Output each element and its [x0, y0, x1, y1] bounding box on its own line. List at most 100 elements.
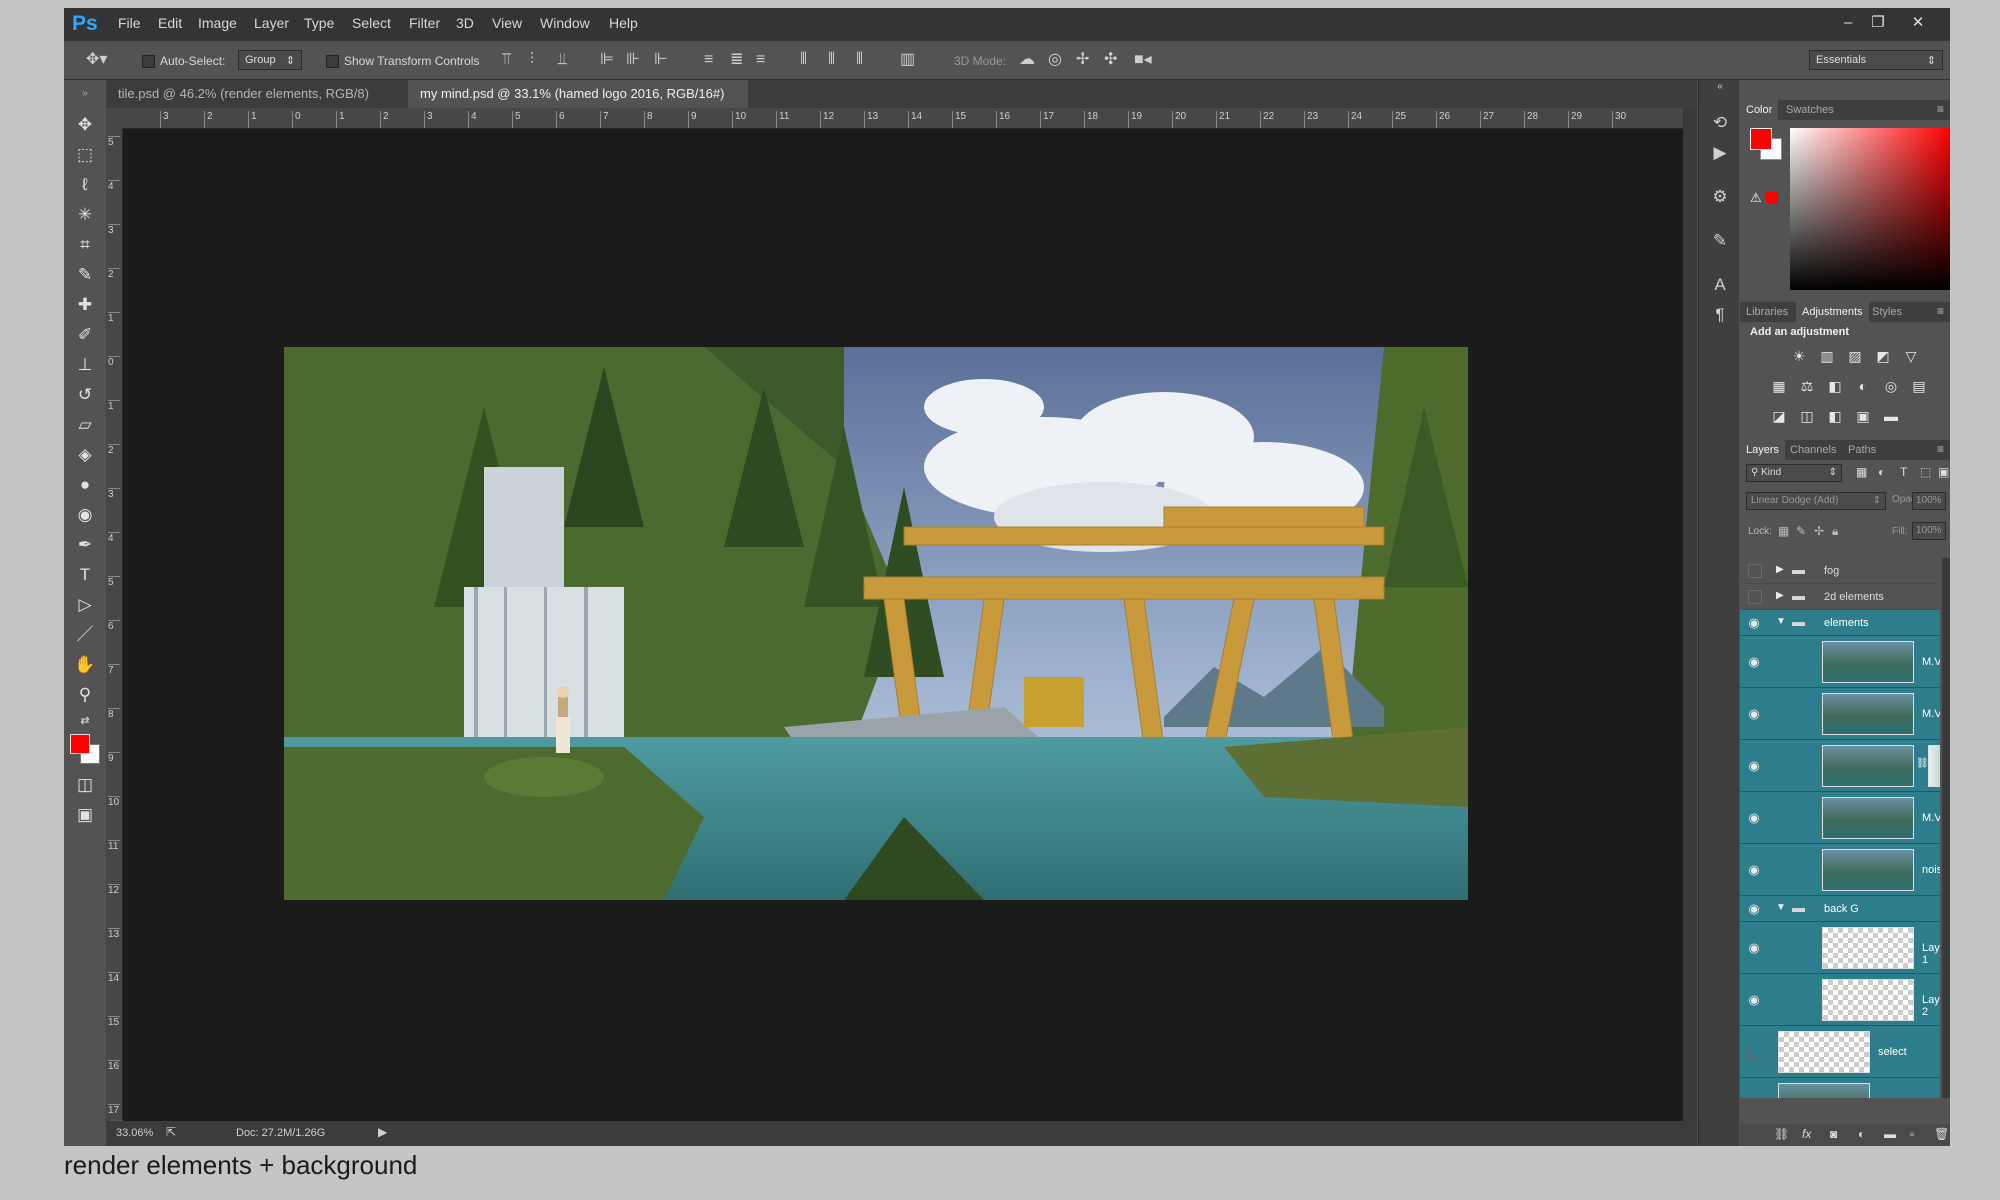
color-foreground-swatch[interactable]: [1750, 128, 1772, 150]
distribute-top-icon[interactable]: ≡: [704, 50, 713, 70]
eye-icon[interactable]: ◉: [1746, 901, 1762, 917]
new-layer-icon[interactable]: ▫: [1910, 1127, 1914, 1141]
properties-icon[interactable]: ⚙: [1707, 184, 1733, 210]
align-hcenter-icon[interactable]: ⊪: [626, 50, 640, 70]
menu-3d[interactable]: 3D: [456, 15, 474, 31]
auto-select-checkbox[interactable]: Auto-Select:: [142, 54, 225, 69]
zoom-tool-icon[interactable]: ⚲: [70, 682, 100, 708]
distribute-left-icon[interactable]: ⦀: [800, 50, 807, 70]
swap-colors-icon[interactable]: ⇄: [70, 708, 100, 734]
layer-row[interactable]: ◉Background🔒︎: [1740, 1078, 1940, 1098]
clone-stamp-tool-icon[interactable]: ⊥: [70, 352, 100, 378]
distribute-vcenter-icon[interactable]: ≣: [730, 50, 743, 70]
layer-row[interactable]: ◉ ▼ ▬ elements: [1740, 610, 1940, 636]
posterize-icon[interactable]: ◫: [1798, 408, 1816, 424]
lock-pixels-icon[interactable]: ▦: [1778, 524, 1789, 538]
invert-icon[interactable]: ◪: [1770, 408, 1788, 424]
minimize-button[interactable]: –: [1834, 11, 1862, 35]
show-transform-check-icon[interactable]: [326, 55, 339, 69]
brush-presets-icon[interactable]: ✎: [1707, 228, 1733, 254]
dodge-tool-icon[interactable]: ◉: [70, 502, 100, 528]
lasso-tool-icon[interactable]: ℓ: [70, 172, 100, 198]
tab-paths[interactable]: Paths: [1842, 440, 1882, 460]
layer-row[interactable]: ◉ M.VRay...: [1740, 636, 1940, 688]
filter-type-icon[interactable]: T: [1900, 465, 1907, 479]
workspace-dropdown[interactable]: Essentials ⇕: [1809, 50, 1943, 70]
menu-filter[interactable]: Filter: [409, 15, 440, 31]
gamut-color-chip[interactable]: [1766, 192, 1778, 204]
panel-menu-icon[interactable]: ≡: [1937, 304, 1944, 318]
crop-tool-icon[interactable]: ⌗: [70, 232, 100, 258]
tab-layers[interactable]: Layers: [1740, 440, 1786, 460]
visibility-off-icon[interactable]: [1748, 564, 1762, 578]
lock-icon[interactable]: 🔒︎: [1924, 1096, 1930, 1098]
collapse-arrows-icon[interactable]: »: [70, 88, 100, 100]
brush-tool-icon[interactable]: ✐: [70, 322, 100, 348]
menu-file[interactable]: File: [118, 15, 141, 31]
opacity-input[interactable]: 100%: [1912, 492, 1946, 510]
layer-thumbnail[interactable]: [1822, 693, 1914, 735]
align-top-icon[interactable]: ⫪: [502, 50, 511, 70]
eye-icon[interactable]: ◉: [1746, 706, 1762, 722]
fx-icon[interactable]: fx: [1802, 1127, 1811, 1141]
zoom-level[interactable]: 33.06%: [116, 1127, 153, 1139]
menu-type[interactable]: Type: [304, 15, 334, 31]
document-image[interactable]: [284, 347, 1468, 900]
layer-row[interactable]: ◉ ⛓: [1740, 740, 1940, 792]
canvas-area[interactable]: [123, 129, 1683, 1121]
layer-row[interactable]: ◉ Layer 1: [1740, 922, 1940, 974]
quick-mask-icon[interactable]: ◫: [70, 772, 100, 798]
filter-smart-object-icon[interactable]: ▣: [1938, 465, 1949, 479]
hue-saturation-icon[interactable]: ▦: [1770, 378, 1788, 394]
layer-row[interactable]: ◉ Layer 2: [1740, 974, 1940, 1026]
color-lookup-icon[interactable]: ▤: [1910, 378, 1928, 394]
menu-edit[interactable]: Edit: [158, 15, 182, 31]
path-select-tool-icon[interactable]: ▷: [70, 592, 100, 618]
paragraph-icon[interactable]: ¶: [1707, 302, 1733, 328]
visibility-off-icon[interactable]: [1748, 1045, 1762, 1059]
auto-align-icon[interactable]: ▥: [900, 50, 915, 70]
tab-libraries[interactable]: Libraries: [1740, 302, 1794, 322]
filter-shape-icon[interactable]: ⬚: [1920, 465, 1931, 479]
trash-icon[interactable]: 🗑︎: [1934, 1127, 1949, 1141]
layer-row[interactable]: ▶ ▬ 2d elements: [1740, 584, 1940, 610]
link-layers-icon[interactable]: ⛓: [1774, 1127, 1789, 1141]
tab-my-mind-psd[interactable]: my mind.psd @ 33.1% (hamed logo 2016, RG…: [408, 80, 748, 129]
auto-select-dropdown[interactable]: Group ⇕: [238, 50, 302, 70]
auto-select-check-icon[interactable]: [142, 55, 155, 69]
actions-icon[interactable]: ▶: [1707, 140, 1733, 166]
layer-kind-filter[interactable]: ⚲ Kind ⇕: [1746, 464, 1842, 482]
threshold-icon[interactable]: ◧: [1826, 408, 1844, 424]
curves-icon[interactable]: ▨: [1846, 348, 1864, 364]
align-bottom-icon[interactable]: ⫫: [558, 50, 567, 70]
layer-row[interactable]: ◉ noise: [1740, 844, 1940, 896]
menu-image[interactable]: Image: [198, 15, 237, 31]
gamut-warning-icon[interactable]: ⚠: [1750, 190, 1762, 206]
layer-thumbnail[interactable]: [1778, 1083, 1870, 1098]
eye-icon[interactable]: ◉: [1746, 1096, 1762, 1098]
disclosure-open-icon[interactable]: ▼: [1776, 616, 1786, 627]
character-icon[interactable]: A: [1707, 272, 1733, 298]
disclosure-closed-icon[interactable]: ▶: [1776, 590, 1784, 601]
disclosure-closed-icon[interactable]: ▶: [1776, 564, 1784, 575]
blend-mode-dropdown[interactable]: Linear Dodge (Add) ⇕: [1746, 492, 1886, 510]
menu-layer[interactable]: Layer: [254, 15, 289, 31]
color-balance-icon[interactable]: ⚖: [1798, 378, 1816, 394]
disclosure-open-icon[interactable]: ▼: [1776, 902, 1786, 913]
pen-tool-icon[interactable]: ✒: [70, 532, 100, 558]
tab-channels[interactable]: Channels: [1784, 440, 1842, 460]
tab-tile-psd[interactable]: tile.psd @ 46.2% (render elements, RGB/8…: [106, 80, 406, 129]
share-icon[interactable]: ⇱: [166, 1125, 176, 1139]
mask-link-icon[interactable]: ⛓: [1916, 758, 1929, 769]
new-adjustment-icon[interactable]: ◐: [1858, 1127, 1865, 1141]
history-brush-tool-icon[interactable]: ↺: [70, 382, 100, 408]
panel-menu-icon[interactable]: ≡: [1937, 442, 1944, 456]
lock-all-icon[interactable]: 🔒︎: [1832, 524, 1838, 539]
layer-mask-thumbnail[interactable]: [1928, 745, 1940, 787]
layer-thumbnail[interactable]: [1822, 849, 1914, 891]
panel-menu-icon[interactable]: ≡: [1937, 102, 1944, 116]
photo-filter-icon[interactable]: ◐: [1854, 378, 1872, 394]
marquee-tool-icon[interactable]: ⬚: [70, 142, 100, 168]
eraser-tool-icon[interactable]: ▱: [70, 412, 100, 438]
layer-row[interactable]: ◉ M.VRayL...: [1740, 792, 1940, 844]
